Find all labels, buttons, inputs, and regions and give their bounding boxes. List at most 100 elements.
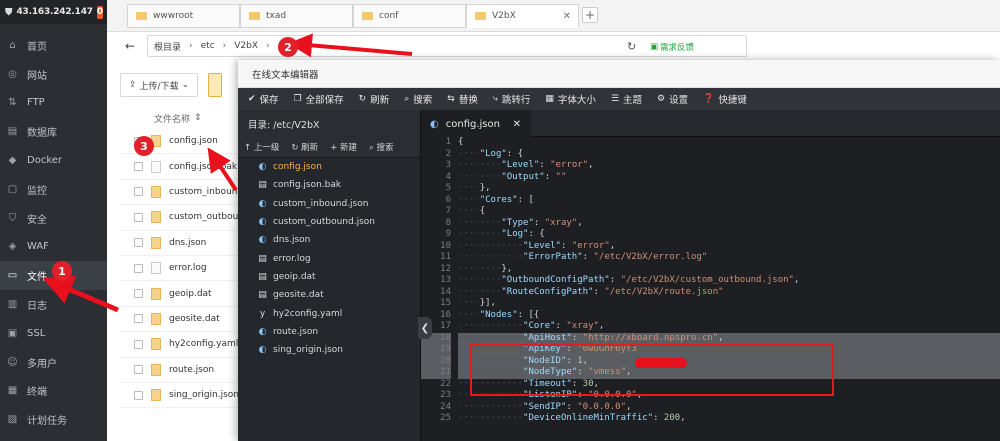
file-name[interactable]: route.json	[169, 365, 214, 375]
notification-badge[interactable]: 0	[96, 5, 104, 19]
file-row[interactable]: error.log	[120, 256, 238, 282]
code-line: ············"Core": "xray",	[458, 321, 605, 331]
tree-file[interactable]: ◐ dns.json	[238, 231, 420, 249]
terminal-icon: ▦	[7, 385, 18, 397]
toolbar-replace-button[interactable]: ⇆ 替换	[447, 92, 478, 106]
add-tab-button[interactable]: +	[582, 7, 598, 23]
file-name[interactable]: geoip.dat	[169, 289, 212, 299]
collapse-tree-button[interactable]: ❮	[418, 317, 432, 339]
file-icon	[151, 287, 161, 300]
toolbar-shortcut-button[interactable]: ❓ 快捷键	[703, 92, 747, 106]
nav-item-11[interactable]: ☺ 多用户	[0, 348, 107, 377]
file-name[interactable]: custom_inbound.json	[169, 187, 238, 197]
tree-action-3[interactable]: ⌕ 搜索	[369, 141, 393, 153]
file-name[interactable]: sing_origin.json	[169, 390, 238, 400]
bt-panel-window: ⛊ 43.163.242.147 0 ⌂ 首页 ◎ 网站 ⇅ FTP ▤ 数据库 ◆ Docker…	[0, 0, 1000, 441]
tab-conf[interactable]: conf	[353, 4, 466, 28]
checkbox[interactable]	[134, 238, 143, 248]
nav-item-0[interactable]: ⌂ 首页	[0, 31, 107, 60]
nav-item-10[interactable]: ▣ SSL	[0, 319, 107, 348]
checkbox[interactable]	[134, 289, 143, 299]
nav-item-9[interactable]: ▥ 日志	[0, 290, 107, 319]
breadcrumb-root[interactable]: 根目录	[154, 40, 181, 53]
tree-file[interactable]: ◐ sing_origin.json	[238, 341, 420, 359]
close-tab-icon[interactable]: ✕	[563, 11, 571, 22]
save-all-icon: ❐	[293, 94, 302, 104]
nav-item-label: WAF	[27, 241, 49, 253]
file-row[interactable]: geoip.dat	[120, 281, 238, 307]
file-row[interactable]: geosite.dat	[120, 307, 238, 333]
nav-item-13[interactable]: ▧ 计划任务	[0, 405, 107, 434]
checkbox[interactable]	[134, 187, 143, 197]
tree-file[interactable]: ▤ config.json.bak	[238, 176, 420, 194]
refresh-icon[interactable]: ↻	[627, 40, 636, 53]
nav-item-2[interactable]: ⇅ FTP	[0, 89, 107, 118]
nav-item-1[interactable]: ◎ 网站	[0, 60, 107, 89]
tree-file[interactable]: ▤ error.log	[238, 249, 420, 267]
toolbar-search-button[interactable]: ⌕ 搜索	[404, 92, 432, 106]
breadcrumb-v2bx[interactable]: V2bX	[234, 41, 258, 51]
tree-file[interactable]: y hy2config.yaml	[238, 304, 420, 322]
file-name[interactable]: geosite.dat	[169, 314, 220, 324]
breadcrumb-etc[interactable]: etc	[201, 41, 215, 51]
feedback-link[interactable]: ▣ 需求反馈	[650, 41, 694, 53]
tree-file[interactable]: ▤ geoip.dat	[238, 268, 420, 286]
new-folder-button[interactable]	[208, 73, 223, 97]
nav-item-6[interactable]: ⛉ 安全	[0, 204, 107, 233]
checkbox[interactable]	[134, 263, 143, 273]
nav-item-3[interactable]: ▤ 数据库	[0, 117, 107, 146]
feedback-icon: ▣	[650, 42, 659, 52]
toolbar-settings-button[interactable]: ⚙ 设置	[657, 92, 688, 106]
toolbar-refresh-button[interactable]: ↻ 刷新	[359, 92, 390, 106]
nav-item-12[interactable]: ▦ 终端	[0, 377, 107, 406]
file-row[interactable]: config.json.bak	[120, 154, 238, 180]
file-row[interactable]: custom_outbound.json	[120, 205, 238, 231]
toolbar-font-size-button[interactable]: ▦ 字体大小	[545, 92, 596, 106]
sort-icon[interactable]: ⇕	[194, 113, 202, 123]
close-icon[interactable]: ✕	[513, 119, 521, 130]
code-tab-config-json[interactable]: ◐ config.json ✕	[421, 110, 531, 137]
toolbar-theme-button[interactable]: ☰ 主题	[611, 92, 642, 106]
shield-icon: ⛉	[8, 212, 17, 224]
toolbar-label: 设置	[669, 95, 689, 106]
tree-action-0[interactable]: ↑ 上一级	[244, 141, 279, 153]
tree-file[interactable]: ◐ config.json	[238, 158, 420, 176]
nav-item-7[interactable]: ◈ WAF	[0, 233, 107, 262]
back-arrow-icon[interactable]: ←	[125, 38, 139, 54]
checkbox[interactable]	[134, 212, 143, 222]
tree-file[interactable]: ◐ custom_outbound.json	[238, 213, 420, 231]
nav-item-label: FTP	[27, 97, 45, 109]
file-name[interactable]: config.json.bak	[169, 162, 237, 172]
tree-file[interactable]: ◐ custom_inbound.json	[238, 195, 420, 213]
tab-wwwroot[interactable]: wwwroot	[127, 4, 240, 28]
file-name[interactable]: dns.json	[169, 238, 206, 248]
toolbar-save-all-button[interactable]: ❐ 全部保存	[294, 92, 344, 106]
checkbox[interactable]	[134, 390, 143, 400]
tab-v2bx[interactable]: V2bX ✕	[466, 4, 579, 28]
file-row[interactable]: sing_origin.json	[120, 383, 238, 409]
tree-action-2[interactable]: + 新建	[330, 141, 357, 153]
checkbox[interactable]	[134, 339, 143, 349]
file-row[interactable]: custom_inbound.json	[120, 180, 238, 206]
upload-download-button[interactable]: ⇪ 上传/下载 ⌄	[120, 73, 199, 97]
tree-file[interactable]: ◐ route.json	[238, 323, 420, 341]
checkbox[interactable]	[134, 162, 143, 172]
tree-action-label: 新建	[340, 143, 358, 153]
tab-txad[interactable]: txad	[240, 4, 353, 28]
file-name[interactable]: error.log	[169, 263, 207, 273]
file-name[interactable]: hy2config.yaml	[169, 339, 238, 349]
nav-item-5[interactable]: ▢ 监控	[0, 175, 107, 204]
file-name[interactable]: custom_outbound.json	[169, 212, 238, 222]
tree-action-1[interactable]: ↻ 刷新	[291, 141, 318, 153]
toolbar-goto-line-button[interactable]: ⤷ 跳转行	[493, 92, 531, 106]
toolbar-save-button[interactable]: ✔ 保存	[248, 92, 279, 106]
checkbox[interactable]	[134, 314, 143, 324]
file-icon: ▤	[258, 290, 267, 301]
tree-file[interactable]: ▤ geosite.dat	[238, 286, 420, 304]
checkbox[interactable]	[134, 365, 143, 375]
file-row[interactable]: dns.json	[120, 231, 238, 256]
file-row[interactable]: route.json	[120, 358, 238, 383]
nav-item-4[interactable]: ◆ Docker	[0, 146, 107, 175]
file-name[interactable]: config.json	[169, 136, 218, 146]
file-row[interactable]: hy2config.yaml	[120, 332, 238, 358]
